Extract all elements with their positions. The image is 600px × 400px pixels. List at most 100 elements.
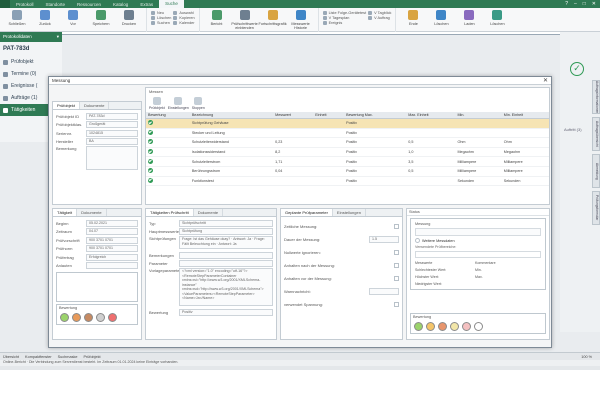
param-checkbox-verwendet-spannung[interactable] [394, 302, 399, 307]
field-value-prüfnorm[interactable]: 900 3701 0701 [86, 245, 138, 253]
rating-circle-5[interactable] [462, 322, 471, 331]
param-input-dauer-der-messung[interactable]: 1.5 [369, 236, 399, 243]
rating-circle-3[interactable] [438, 322, 447, 331]
status-item-übersicht[interactable]: Übersicht [3, 355, 19, 359]
pin-icon[interactable]: ▾ [57, 34, 59, 40]
status-item-kompaktfenster[interactable]: Kompaktfenster [25, 355, 52, 359]
ribbon-small-auswahl[interactable]: Auswahl [173, 11, 194, 15]
help-icon[interactable]: ? [565, 1, 568, 7]
param-checkbox-anhalten-nach-der-messung[interactable] [394, 263, 399, 268]
measure-tool-stoppen[interactable]: Stoppen [192, 97, 205, 110]
vertical-tab-auftragsübersicht[interactable]: Auftragsübersicht [592, 117, 600, 151]
rating-circle-6[interactable] [474, 322, 483, 331]
table-row[interactable]: Schutzleiterwiderstand 0,23 Positiv 0,5 Ohm O… [146, 137, 549, 148]
rating-circle-4[interactable] [450, 322, 459, 331]
field-value-prüfertrag[interactable]: Erfolgreich [86, 253, 138, 261]
ribbon-button-prüfschrittwerte-einblenden[interactable]: Prüfschrittwerte einblenden [231, 10, 258, 31]
maximize-icon[interactable]: □ [583, 1, 586, 7]
field-value-seriennr[interactable]: 1024815 [86, 129, 138, 137]
table-row[interactable]: Schutzleiterstrom 1,71 Positiv 3,5 Milliampe… [146, 156, 549, 167]
ribbon-small-löschen[interactable]: Löschen [151, 16, 171, 20]
field-value-prüfvorschrift[interactable]: 900 3701 0701 [86, 236, 138, 244]
minimize-icon[interactable]: – [574, 1, 577, 7]
title-tab-suche[interactable]: Suche [159, 0, 184, 8]
rating-circle-2[interactable] [426, 322, 435, 331]
ribbon-button-ende[interactable]: Ende [400, 10, 426, 26]
title-tab-protokoll[interactable]: Protokoll [10, 2, 40, 7]
vertical-tab-abmeldung[interactable]: Abmeldung [592, 154, 600, 188]
ribbon-small-neu[interactable]: Neu [151, 11, 171, 15]
field-value-vorlageparameter[interactable]: <?xml version="1.0" encoding="utf-16"?><… [179, 268, 273, 306]
table-row[interactable]: Berührungsstrom 0,04 Positiv 0,5 Milliampere… [146, 166, 549, 177]
field-value-bewertung[interactable]: Positiv [179, 308, 273, 316]
field-value-beginn[interactable]: 05.02.2021 [86, 219, 138, 227]
rating-circle-3[interactable] [84, 313, 93, 322]
close-icon[interactable]: ✕ [592, 1, 596, 7]
vertical-tab-auftragsinformationen[interactable]: Auftragsinformationen [592, 80, 600, 114]
ribbon-small-suchen[interactable]: Suchen [151, 21, 171, 25]
vertical-tab-prüfungsformular[interactable]: Prüfungsformular [592, 191, 600, 225]
tab-tätigkeit[interactable]: Tätigkeit [53, 209, 78, 216]
ribbon-button-bericht[interactable]: Bericht [204, 10, 230, 26]
ribbon-button-löschen[interactable]: Löschen [484, 10, 510, 26]
status-item-suchmaske[interactable]: Suchmaske [58, 355, 78, 359]
rating-circle-5[interactable] [108, 313, 117, 322]
field-value-typ[interactable]: Sichtprüfschritt [179, 219, 273, 227]
title-tab-standorte[interactable]: Standorte [40, 2, 72, 7]
measure-tool-prüfobjekt[interactable]: Prüfobjekt [149, 97, 165, 110]
ribbon-small-ereignis[interactable]: Ereignis [322, 21, 367, 25]
nav-item-prüfobjekt[interactable]: Prüfobjekt [0, 56, 62, 68]
rating-circle-1[interactable] [414, 322, 423, 331]
ribbon-button-zurück[interactable]: Zurück [32, 10, 58, 26]
title-tab-ressourcen[interactable]: Ressourcen [71, 2, 107, 7]
status-item-prüfobjekt[interactable]: Prüfobjekt [83, 355, 100, 359]
field-value-sichtprüfungen[interactable]: Frage: Ist das Gehäuse okay? · Antwort: … [179, 236, 273, 249]
title-tab-extras[interactable]: Extras [134, 2, 159, 7]
rating-circle-4[interactable] [96, 313, 105, 322]
field-value-bemerkung[interactable] [86, 146, 138, 170]
used-ranges-field[interactable] [415, 251, 541, 258]
ribbon-button-laden[interactable]: Laden [456, 10, 482, 26]
ribbon-button-vor[interactable]: Vor [60, 10, 86, 26]
tab-dokumente[interactable]: Dokumente [194, 209, 224, 216]
ribbon-button-löschen[interactable]: Löschen [428, 10, 454, 26]
rating-circle-1[interactable] [60, 313, 69, 322]
table-row[interactable]: Isolationswiderstand 8,2 Positiv 1,0 Megaohm… [146, 147, 549, 158]
activity-notes-box[interactable] [56, 272, 138, 302]
tab-einstellungen[interactable]: Einstellungen [333, 209, 366, 216]
ribbon-button-schließen[interactable]: Schließen [4, 10, 30, 26]
field-value-prüfobjektklas[interactable]: Großgerät [86, 121, 138, 129]
field-value-bemerkungen[interactable] [179, 251, 273, 259]
close-icon[interactable]: ✕ [543, 77, 548, 84]
param-checkbox-anhalten-vor-der-messung[interactable] [394, 276, 399, 281]
tab-dokumente[interactable]: Dokumente [77, 209, 107, 216]
ribbon-small-kalender[interactable]: Kalender [173, 21, 195, 25]
field-value-prüfobjekt-id[interactable]: PAT-783d [86, 112, 138, 120]
rating-circle-2[interactable] [72, 313, 81, 322]
table-row[interactable]: Sichtprüfung Gehäuse Positiv [146, 118, 549, 129]
ribbon-button-messwerte-historie[interactable]: Messwerte Historie [288, 10, 314, 31]
ribbon-small-liste-folge-gerätetest[interactable]: Liste Folge-Gerätetest [322, 11, 366, 15]
param-checkbox-zeitliche-messung[interactable] [394, 224, 399, 229]
field-value-parameter[interactable] [179, 260, 273, 268]
tab-tätigkeiten-prüfschritt[interactable]: Tätigkeiten Prüfschritt [146, 209, 194, 216]
ribbon-button-fortschrittsgrafik[interactable]: Fortschrittsgrafik [259, 10, 287, 26]
field-value-hersteller[interactable]: BA [86, 138, 138, 146]
title-tab-katalog[interactable]: Katalog [107, 2, 134, 7]
ribbon-small-kopieren[interactable]: Kopieren [173, 16, 195, 20]
zoom-level[interactable]: 100 % [581, 355, 600, 359]
ribbon-small-v-tagesplan[interactable]: V Tagesplan [322, 16, 367, 20]
table-row[interactable]: Funktionstest Positiv Sekunden Sekunden [146, 176, 549, 187]
table-row[interactable]: Stecker und Leitung Positiv [146, 128, 549, 139]
ribbon-small-v-tagblick[interactable]: V Tagblick [368, 11, 391, 15]
field-value-zeitraum[interactable]: 04.07 [86, 228, 138, 236]
more-data-radio[interactable] [415, 238, 420, 243]
ribbon-button-drucken[interactable]: Drucken [116, 10, 142, 26]
param-checkbox-nullwerte-ignorieren[interactable] [394, 250, 399, 255]
tab-prüfobjekt[interactable]: Prüfobjekt [53, 102, 81, 109]
field-value-hauptmesswerte[interactable]: Sichtprüfung [179, 228, 273, 236]
measure-tool-einstellungen[interactable]: Einstellungen [168, 97, 189, 110]
field-value-anlauten[interactable] [86, 262, 138, 270]
tab-dokumente[interactable]: Dokumente [80, 102, 110, 109]
ribbon-small-v-auftrag[interactable]: V Auftrag [368, 16, 391, 20]
